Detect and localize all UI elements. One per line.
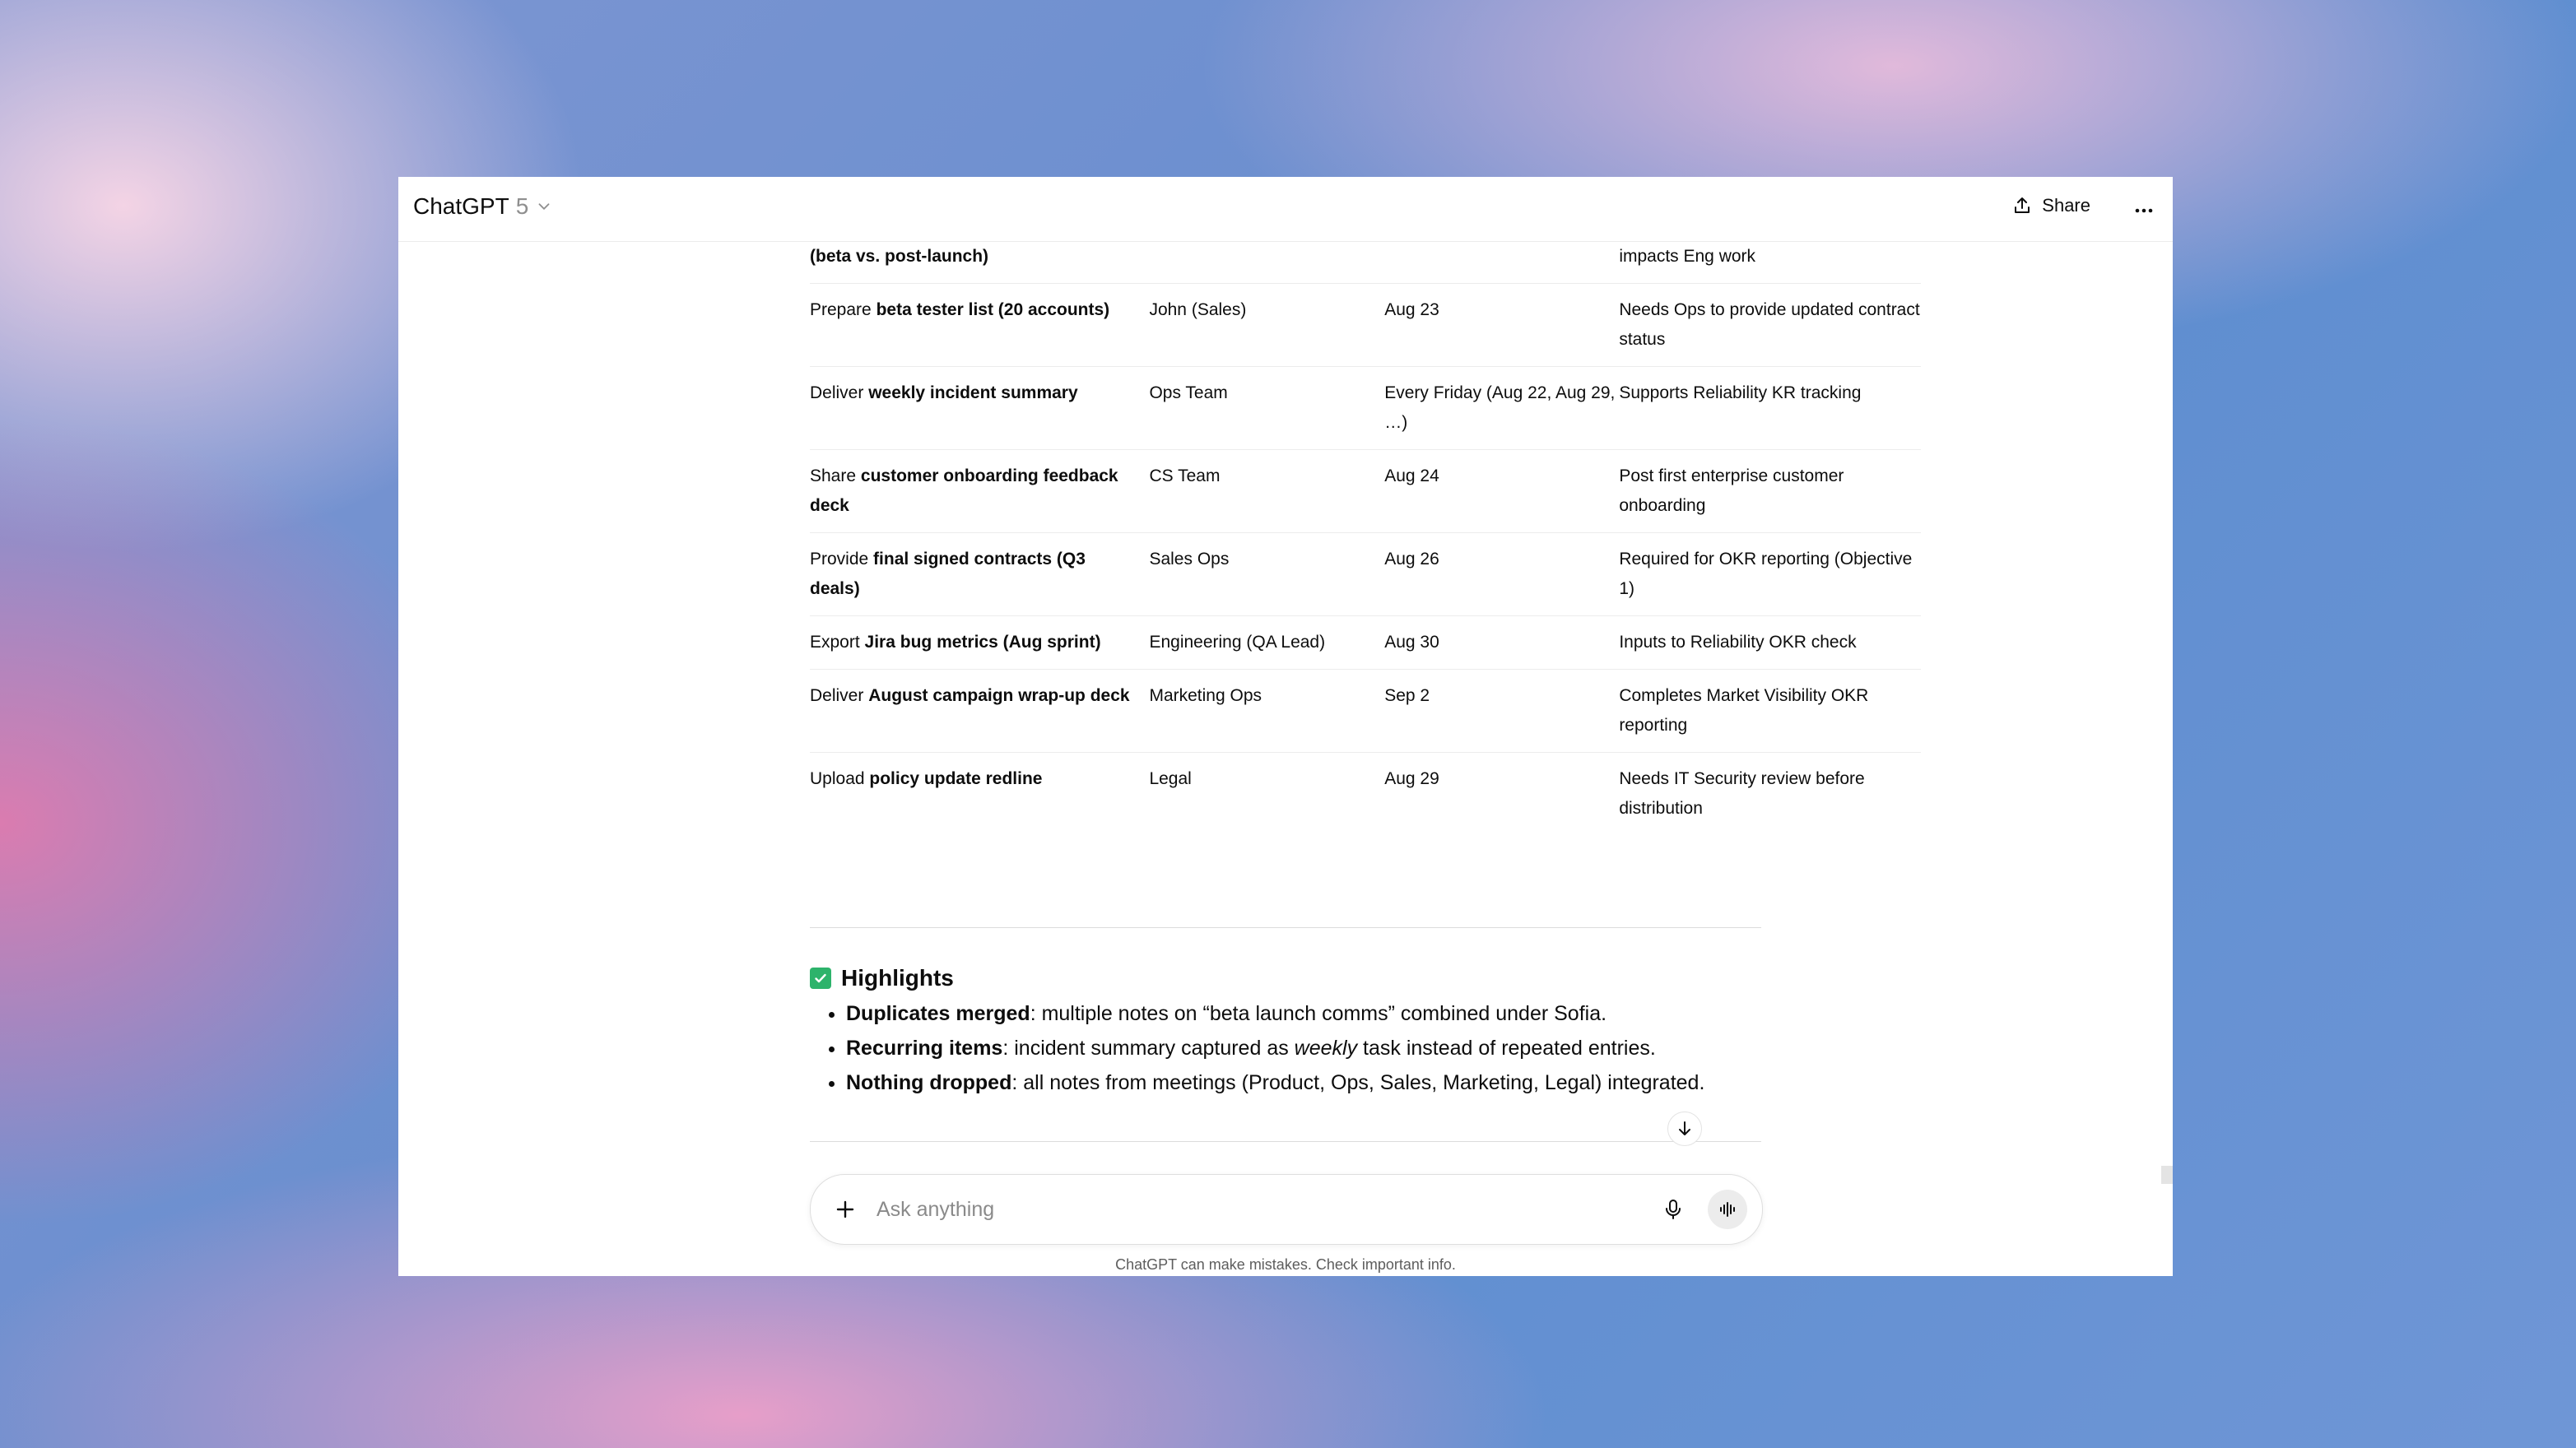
highlights-title: Highlights: [841, 965, 954, 991]
disclaimer-text: ChatGPT can make mistakes. Check importa…: [1115, 1256, 1456, 1273]
due-cell: Every Friday (Aug 22, Aug 29, …): [1384, 366, 1620, 450]
highlights-heading: Highlights: [810, 965, 1765, 991]
notes-cell: Post first enterprise customer onboardin…: [1619, 449, 1921, 533]
composer: [810, 1174, 1763, 1245]
due-cell: Aug 24: [1384, 449, 1620, 533]
notes-cell: Needs Ops to provide updated contract st…: [1619, 283, 1921, 367]
owner-cell: CS Team: [1149, 449, 1385, 533]
list-item: Nothing dropped: all notes from meetings…: [846, 1065, 1765, 1100]
model-switcher[interactable]: ChatGPT 5: [413, 193, 553, 220]
due-cell: Aug 30: [1384, 615, 1620, 670]
chevron-down-icon: [538, 203, 550, 211]
highlights-section: Highlights Duplicates merged: multiple n…: [810, 965, 1765, 1100]
task-cell: Prepare beta tester list (20 accounts): [810, 283, 1150, 367]
notes-cell: Supports Reliability KR tracking: [1619, 366, 1921, 450]
owner-cell: Sales Ops: [1149, 532, 1385, 616]
scrollbar[interactable]: [2161, 1166, 2173, 1184]
table-row: Export Jira bug metrics (Aug sprint) Eng…: [810, 615, 1921, 670]
task-cell: Deliver weekly incident summary: [810, 366, 1150, 450]
list-item: Recurring items: incident summary captur…: [846, 1031, 1765, 1065]
owner-cell: Legal: [1149, 769, 1192, 788]
table-row: Deliver August campaign wrap-up deck Mar…: [810, 669, 1921, 753]
owner-cell: Ops Team: [1149, 366, 1385, 450]
table-row: (beta vs. post-launch) impacts Eng work: [810, 242, 1921, 284]
prompt-input[interactable]: [875, 1191, 1586, 1228]
list-item: Duplicates merged: multiple notes on “be…: [846, 996, 1765, 1031]
table-row: Provide final signed contracts (Q3 deals…: [810, 532, 1921, 616]
tasks-table: (beta vs. post-launch) impacts Eng work …: [810, 242, 1921, 835]
notes-cell: Needs IT Security review before distribu…: [1619, 769, 1865, 818]
more-dots-icon[interactable]: [2132, 198, 2156, 223]
table-row: Share customer onboarding feedback deck …: [810, 449, 1921, 533]
chat-window: ChatGPT 5 Share (beta vs. post-launch) i…: [398, 177, 2173, 1276]
due-cell: Aug 29: [1384, 769, 1439, 788]
divider: [810, 927, 1761, 928]
task-cell: Share customer onboarding feedback deck: [810, 449, 1150, 533]
share-button[interactable]: Share: [2012, 195, 2090, 216]
task-cell: (beta vs. post-launch): [810, 247, 989, 266]
notes-cell: Completes Market Visibility OKR reportin…: [1619, 669, 1921, 753]
table-row: Deliver weekly incident summary Ops Team…: [810, 366, 1921, 450]
task-cell: Export Jira bug metrics (Aug sprint): [810, 615, 1150, 670]
due-cell: Aug 23: [1384, 283, 1620, 367]
voice-mode-button[interactable]: [1708, 1190, 1747, 1229]
due-cell: Sep 2: [1384, 669, 1620, 753]
task-cell: Upload policy update redline: [810, 769, 1043, 788]
top-bar: ChatGPT 5 Share: [398, 177, 2173, 242]
arrow-down-icon: [1679, 1121, 1690, 1135]
due-cell: Aug 26: [1384, 532, 1620, 616]
table-row: Prepare beta tester list (20 accounts) J…: [810, 283, 1921, 367]
table-row: Upload policy update redline Legal Aug 2…: [810, 753, 1921, 836]
divider: [810, 1141, 1761, 1142]
notes-cell: Required for OKR reporting (Objective 1): [1619, 532, 1921, 616]
conversation-area[interactable]: (beta vs. post-launch) impacts Eng work …: [398, 242, 2173, 1276]
owner-cell: Marketing Ops: [1149, 669, 1385, 753]
model-name: ChatGPT: [413, 193, 509, 219]
owner-cell: Engineering (QA Lead): [1149, 615, 1385, 670]
mic-icon[interactable]: [1658, 1195, 1688, 1224]
task-cell: Deliver August campaign wrap-up deck: [810, 669, 1150, 753]
notes-cell: impacts Eng work: [1619, 242, 1921, 284]
scroll-down-button[interactable]: [1667, 1112, 1702, 1146]
share-label: Share: [2042, 195, 2090, 216]
check-square-icon: [810, 968, 831, 989]
task-cell: Provide final signed contracts (Q3 deals…: [810, 532, 1150, 616]
notes-cell: Inputs to Reliability OKR check: [1619, 615, 1921, 670]
model-version: 5: [515, 193, 529, 219]
share-icon: [2015, 197, 2030, 213]
owner-cell: John (Sales): [1149, 283, 1385, 367]
voice-waveform-icon: [1720, 1202, 1735, 1217]
plus-icon[interactable]: [830, 1195, 860, 1224]
highlights-list: Duplicates merged: multiple notes on “be…: [810, 996, 1765, 1100]
